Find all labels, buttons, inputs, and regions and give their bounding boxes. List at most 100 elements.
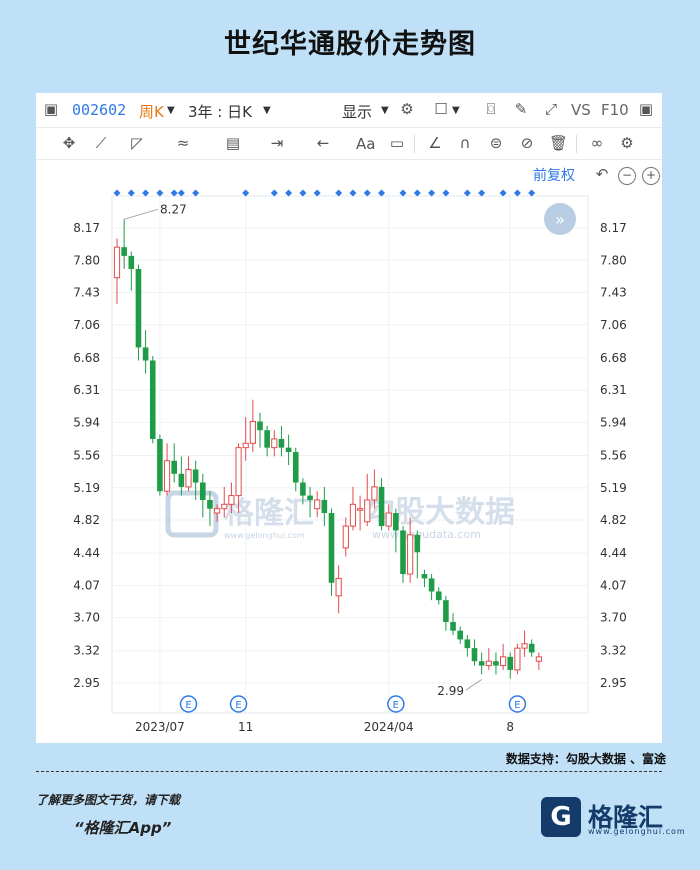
dividend-marker bbox=[192, 189, 200, 197]
divider bbox=[36, 771, 662, 772]
candle-body bbox=[385, 512, 392, 527]
candle-body bbox=[335, 577, 342, 597]
y-tick-label-left: 8.17 bbox=[73, 221, 100, 235]
candle-body bbox=[349, 503, 357, 527]
y-tick-label-left: 5.56 bbox=[73, 449, 100, 463]
candle-body bbox=[342, 525, 349, 549]
x-tick-label: 2024/04 bbox=[364, 720, 414, 734]
candle-body bbox=[493, 661, 499, 666]
y-tick-label-right: 5.56 bbox=[600, 449, 627, 463]
candle-body bbox=[328, 513, 335, 583]
candle-body bbox=[528, 643, 535, 653]
candle-body bbox=[228, 495, 235, 505]
y-tick-label-left: 3.32 bbox=[73, 644, 100, 658]
candle-body bbox=[464, 639, 471, 649]
y-tick-label-left: 4.44 bbox=[73, 546, 100, 560]
logo-icon: G bbox=[541, 797, 581, 837]
dividend-marker bbox=[170, 189, 178, 197]
candle-body bbox=[149, 360, 156, 439]
dividend-marker bbox=[177, 189, 185, 197]
y-tick-label-left: 6.31 bbox=[73, 383, 100, 397]
y-tick-label-right: 8.17 bbox=[600, 221, 627, 235]
annotation-leader bbox=[124, 208, 159, 220]
candle-body bbox=[207, 499, 213, 509]
dividend-marker bbox=[399, 189, 407, 197]
logo-url: www.gelonghui.com bbox=[588, 827, 686, 836]
y-tick-label-left: 4.82 bbox=[73, 513, 100, 527]
dividend-marker bbox=[127, 189, 135, 197]
dividend-marker bbox=[363, 189, 371, 197]
candle-body bbox=[414, 534, 421, 553]
y-tick-label-left: 5.19 bbox=[73, 481, 100, 495]
dividend-marker bbox=[428, 189, 436, 197]
candle-body bbox=[292, 452, 299, 483]
candle-body bbox=[121, 247, 127, 256]
event-marker-label: E bbox=[235, 700, 241, 711]
candle-body bbox=[171, 460, 177, 474]
y-tick-label-right: 2.95 bbox=[600, 676, 627, 690]
dividend-marker bbox=[242, 189, 250, 197]
annotation-leader bbox=[465, 679, 482, 691]
dividend-marker bbox=[335, 189, 343, 197]
candle-body bbox=[271, 438, 278, 449]
event-marker-label: E bbox=[514, 700, 520, 711]
y-tick-label-right: 4.07 bbox=[600, 578, 627, 592]
candle-body bbox=[314, 499, 321, 510]
watermark-left-url: www.gelonghui.com bbox=[224, 531, 305, 540]
x-tick-label: 2023/07 bbox=[135, 720, 185, 734]
candle-body bbox=[221, 503, 228, 510]
candle-body bbox=[249, 421, 256, 444]
candle-body bbox=[135, 268, 142, 348]
candle-body bbox=[500, 656, 507, 667]
candle-body bbox=[128, 255, 135, 269]
y-tick-label-right: 4.44 bbox=[600, 546, 627, 560]
candle-body bbox=[471, 648, 478, 662]
candle-body bbox=[242, 442, 249, 449]
candle-body bbox=[435, 591, 442, 601]
candle-body bbox=[371, 486, 378, 501]
dividend-marker bbox=[463, 189, 471, 197]
dividend-marker bbox=[528, 189, 536, 197]
candle-body bbox=[300, 482, 306, 496]
candle-body bbox=[264, 430, 270, 448]
candle-body bbox=[421, 574, 428, 579]
double-chevron-right-icon: » bbox=[555, 210, 565, 229]
y-tick-label-left: 5.94 bbox=[73, 415, 100, 429]
y-tick-label-right: 3.32 bbox=[600, 644, 627, 658]
dividend-marker bbox=[378, 189, 386, 197]
y-tick-label-right: 6.68 bbox=[600, 351, 627, 365]
watermark-left: 格隆汇 bbox=[224, 496, 314, 531]
y-tick-label-left: 3.70 bbox=[73, 611, 100, 625]
candle-body bbox=[407, 534, 414, 575]
y-tick-label-right: 6.31 bbox=[600, 383, 627, 397]
candle-body bbox=[321, 499, 328, 514]
y-tick-label-right: 3.70 bbox=[600, 611, 627, 625]
y-tick-label-right: 5.94 bbox=[600, 415, 627, 429]
dividend-marker bbox=[270, 189, 278, 197]
download-prompt: 了解更多图文干货，请下载 bbox=[36, 793, 181, 807]
y-tick-label-left: 4.07 bbox=[73, 578, 100, 592]
plot-frame bbox=[111, 195, 589, 714]
candle-body bbox=[157, 438, 163, 492]
candle-body bbox=[507, 656, 514, 670]
annotation-low: 2.99 bbox=[437, 684, 464, 698]
candlestick-chart: 8.17 8.17 7.80 7.80 7.43 7.43 7.06 7.06 6.68 6.68… bbox=[73, 189, 627, 734]
watermark-logo-icon bbox=[165, 490, 219, 538]
candle-body bbox=[357, 508, 364, 511]
y-tick-label-left: 7.06 bbox=[73, 318, 100, 332]
dividend-marker bbox=[442, 189, 450, 197]
dividend-marker bbox=[156, 189, 164, 197]
candle-body bbox=[457, 630, 463, 640]
data-credit: 数据支持：勾股大数据 、富途 bbox=[505, 752, 666, 766]
dividend-marker bbox=[499, 189, 507, 197]
candle-body bbox=[400, 530, 406, 575]
y-tick-label-left: 2.95 bbox=[73, 676, 100, 690]
dividend-marker bbox=[413, 189, 421, 197]
candle-body bbox=[378, 486, 385, 527]
dividend-marker bbox=[285, 189, 293, 197]
dividend-marker bbox=[349, 189, 357, 197]
x-tick-label: 11 bbox=[238, 720, 253, 734]
candle-body bbox=[307, 495, 313, 500]
y-tick-label-right: 7.80 bbox=[600, 253, 627, 267]
y-tick-label-right: 4.82 bbox=[600, 513, 627, 527]
